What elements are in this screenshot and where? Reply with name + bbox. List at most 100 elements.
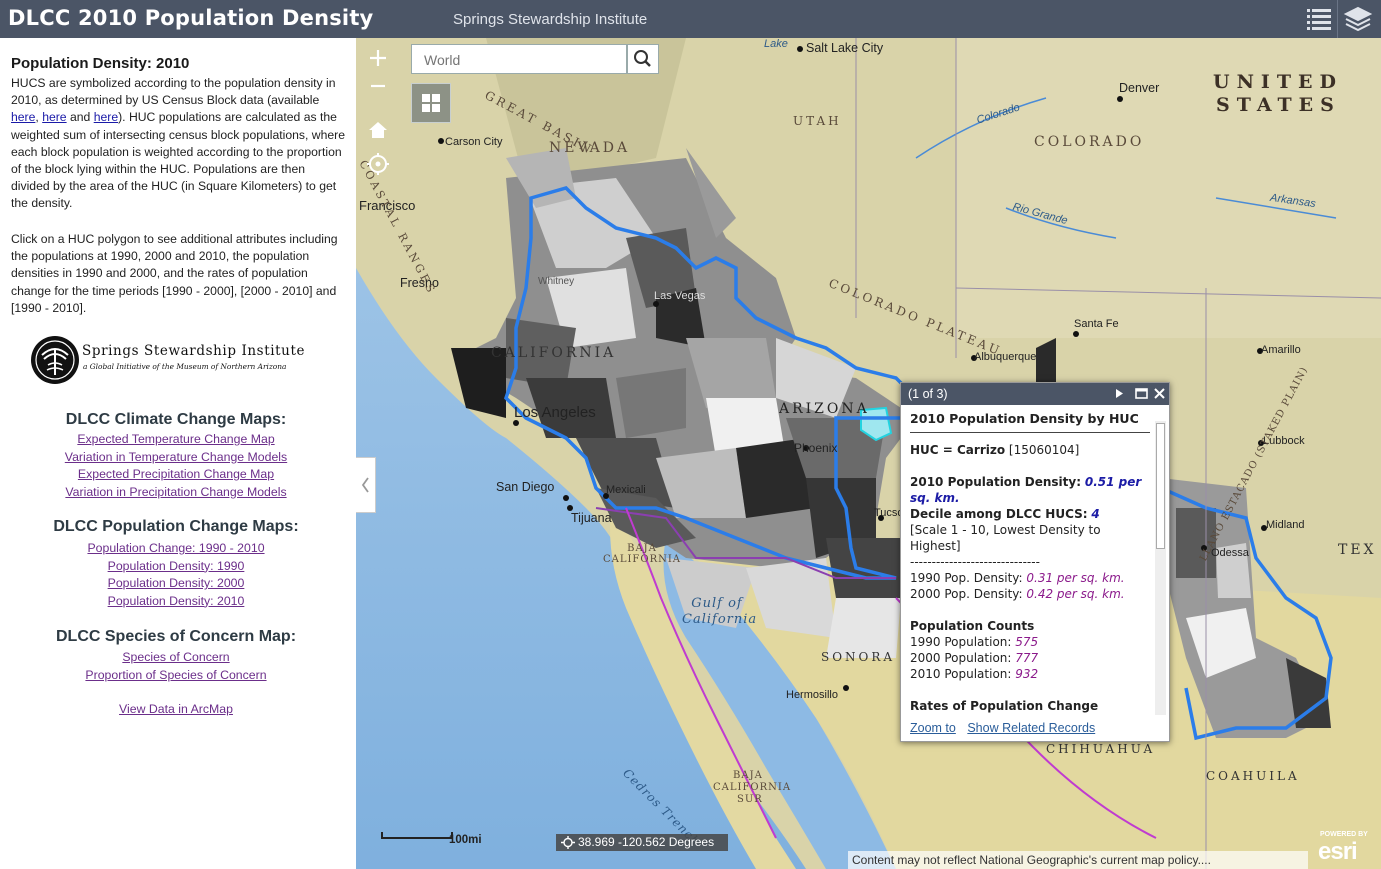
link-expected-precipitation[interactable]: Expected Precipitation Change Map (78, 467, 274, 481)
layers-icon[interactable] (1343, 4, 1373, 34)
popup-titlebar: (1 of 3) (901, 383, 1169, 405)
esri-logo[interactable]: POWERED BY esri (1316, 830, 1381, 869)
maximize-popup-button[interactable] (1133, 385, 1150, 402)
popup-decile-value: 4 (1091, 507, 1100, 521)
map-label-mexicali: Mexicali (606, 484, 646, 496)
popup-scrollbar[interactable] (1155, 421, 1166, 715)
basemap-gallery-button[interactable] (411, 83, 451, 123)
popup-p2010-label: 2010 Population: (910, 667, 1012, 681)
popup-d1990-label: 1990 Pop. Density: (910, 571, 1023, 585)
popup-divider: ------------------------------ (910, 555, 1040, 569)
link-variation-temperature[interactable]: Variation in Temperature Change Models (65, 450, 287, 464)
popup-scroll-thumb[interactable] (1156, 423, 1165, 549)
census-link-3[interactable]: here (94, 110, 118, 124)
crosshair-icon (561, 836, 575, 849)
popup-density-row: 2010 Population Density: 0.51 per sq. km… (910, 474, 1150, 506)
home-button[interactable] (364, 116, 392, 144)
map-label-phoenix: Phoenix (794, 441, 838, 455)
popup-title: 2010 Population Density by HUC (910, 411, 1150, 433)
esri-wordmark: esri (1318, 838, 1358, 865)
population-maps-links: Population Change: 1990 - 2010 Populatio… (0, 540, 352, 610)
link-density-1990[interactable]: Population Density: 1990 (108, 559, 245, 573)
map-label-sonora: SONORA (821, 650, 896, 664)
map-label-santa-fe: Santa Fe (1074, 318, 1119, 330)
link-species-of-concern[interactable]: Species of Concern (122, 650, 229, 664)
locate-button[interactable] (364, 150, 392, 178)
map-attribution: Content may not reflect National Geograp… (848, 851, 1308, 869)
map-label-colorado: COLORADO (1034, 134, 1145, 150)
map-label-whitney: Whitney (538, 276, 575, 287)
map-label-gulf-of-california: Gulf of California (682, 596, 758, 627)
popup-p1990-label: 1990 Population: (910, 635, 1012, 649)
map-label-tijuana: Tijuana (571, 511, 612, 525)
map-label-carson-city: Carson City (445, 136, 503, 148)
zoom-in-button[interactable] (364, 44, 392, 72)
sidebar-click-instructions: Click on a HUC polygon to see additional… (11, 232, 338, 315)
map-view[interactable]: Lake Salt Lake City Denver UNITED STATES… (356, 38, 1381, 869)
close-popup-button[interactable] (1151, 385, 1168, 402)
popup-huc-code: [15060104] (1008, 443, 1080, 457)
link-expected-temperature[interactable]: Expected Temperature Change Map (77, 432, 274, 446)
census-link-2[interactable]: here (42, 110, 66, 124)
scale-label: 100mi (449, 834, 482, 846)
next-feature-button[interactable] (1111, 385, 1128, 402)
popup-d2000-label: 2000 Pop. Density: (910, 587, 1023, 601)
sidebar-title: Population Density: 2010 (11, 55, 190, 72)
close-icon (1154, 388, 1165, 399)
legend-list-icon[interactable] (1304, 4, 1334, 34)
sidebar-panel: Population Density: 2010 HUCS are symbol… (0, 38, 356, 869)
link-population-change[interactable]: Population Change: 1990 - 2010 (87, 541, 264, 555)
map-label-los-angeles: Los Angeles (514, 404, 596, 421)
header-separator (1337, 0, 1338, 38)
link-variation-precipitation[interactable]: Variation in Precipitation Change Models (65, 485, 286, 499)
coordinates-text: 38.969 -120.562 Degrees (578, 835, 715, 849)
search-input[interactable] (412, 45, 636, 75)
map-label-baja-sur-2: CALIFORNIA (713, 782, 792, 793)
popup-decile-row: Decile among DLCC HUCS: 4 (910, 506, 1150, 522)
popup-d2000-value: 0.42 per sq. km. (1026, 587, 1125, 601)
map-label-baja-california: BAJA CALIFORNIA (602, 543, 682, 565)
map-label-arizona: ARIZONA (779, 401, 870, 417)
zoom-out-button[interactable] (364, 72, 392, 100)
app-title: DLCC 2010 Population Density (8, 6, 374, 30)
intro-text-start: HUCS are symbolized according to the pop… (11, 76, 336, 108)
home-icon (369, 122, 387, 138)
map-label-lake: Lake (764, 38, 788, 50)
show-related-records-link[interactable]: Show Related Records (967, 721, 1095, 735)
ssi-name: Springs Stewardship Institute (82, 343, 306, 359)
map-label-midland: Midland (1266, 519, 1305, 531)
basemap-graphic (356, 38, 1381, 869)
locate-icon (367, 153, 389, 175)
popup-count: (1 of 3) (908, 387, 948, 401)
map-label-baja-sur-1: BAJA (733, 770, 763, 781)
census-link-1[interactable]: here (11, 110, 35, 124)
climate-maps-heading: DLCC Climate Change Maps: (65, 411, 287, 428)
link-view-arcmap[interactable]: View Data in ArcMap (119, 702, 233, 716)
collapse-sidebar-button[interactable] (356, 457, 376, 513)
popup-p2010-value: 932 (1015, 667, 1039, 681)
population-maps-heading: DLCC Population Change Maps: (53, 518, 299, 535)
map-label-california: CALIFORNIA (491, 345, 617, 361)
search-button[interactable] (627, 44, 659, 74)
sidebar-intro-text: HUCS are symbolized according to the pop… (11, 75, 345, 213)
map-label-odessa: Odessa (1211, 547, 1249, 559)
map-label-utah: UTAH (793, 114, 842, 128)
map-label-salt-lake-city: Salt Lake City (806, 41, 884, 55)
popup-counts-heading: Population Counts (910, 619, 1035, 633)
popup-scale-note: [Scale 1 - 10, Lowest Density to Highest… (910, 523, 1101, 553)
climate-maps-links: Expected Temperature Change Map Variatio… (0, 431, 352, 501)
zoom-to-link[interactable]: Zoom to (910, 721, 956, 735)
link-density-2010[interactable]: Population Density: 2010 (108, 594, 245, 608)
arcmap-link-row: View Data in ArcMap (0, 701, 352, 719)
link-density-2000[interactable]: Population Density: 2000 (108, 576, 245, 590)
popup-huc-row: HUC = Carrizo [15060104] (910, 442, 1150, 458)
map-label-states: STATES (1216, 94, 1341, 116)
link-proportion-species[interactable]: Proportion of Species of Concern (85, 668, 266, 682)
popup-p2000-label: 2000 Population: (910, 651, 1012, 665)
map-label-san-diego: San Diego (496, 480, 555, 494)
popup-footer: Zoom to Show Related Records (910, 721, 1103, 735)
map-label-coahuila: COAHUILA (1206, 769, 1300, 783)
map-label-las-vegas: Las Vegas (654, 290, 706, 302)
grid-icon (422, 94, 440, 112)
ssi-logo: Springs Stewardship Institute a Global I… (30, 335, 330, 385)
